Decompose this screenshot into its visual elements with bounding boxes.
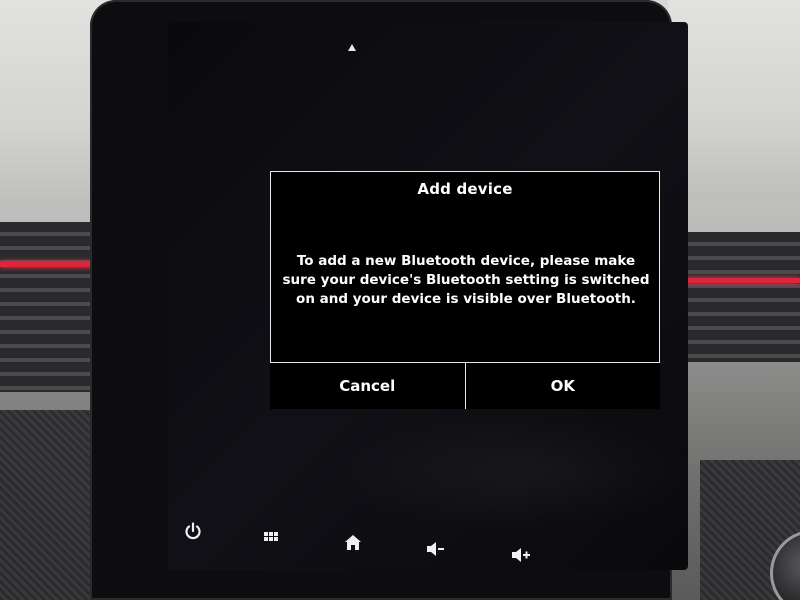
- add-device-dialog: Add device To add a new Bluetooth device…: [270, 171, 660, 409]
- volume-down-icon[interactable]: [418, 534, 452, 564]
- dialog-button-row: Cancel OK: [270, 362, 660, 409]
- carbon-trim-left: [0, 410, 90, 600]
- power-icon[interactable]: [176, 516, 210, 546]
- volume-up-icon[interactable]: [504, 540, 538, 570]
- status-indicator-icon: [348, 44, 356, 51]
- cancel-button[interactable]: Cancel: [270, 363, 466, 409]
- ambient-light-strip-left: [0, 262, 100, 267]
- car-dashboard-scene: Add device To add a new Bluetooth device…: [0, 0, 800, 600]
- bottom-navigation-bar: [168, 512, 688, 562]
- infotainment-screen: Add device To add a new Bluetooth device…: [168, 22, 688, 570]
- apps-grid-icon[interactable]: [254, 522, 288, 552]
- ok-button[interactable]: OK: [465, 363, 660, 409]
- home-icon[interactable]: [336, 528, 370, 558]
- infotainment-bezel: Add device To add a new Bluetooth device…: [90, 0, 688, 600]
- dialog-message: To add a new Bluetooth device, please ma…: [282, 253, 650, 307]
- dialog-title: Add device: [417, 180, 513, 198]
